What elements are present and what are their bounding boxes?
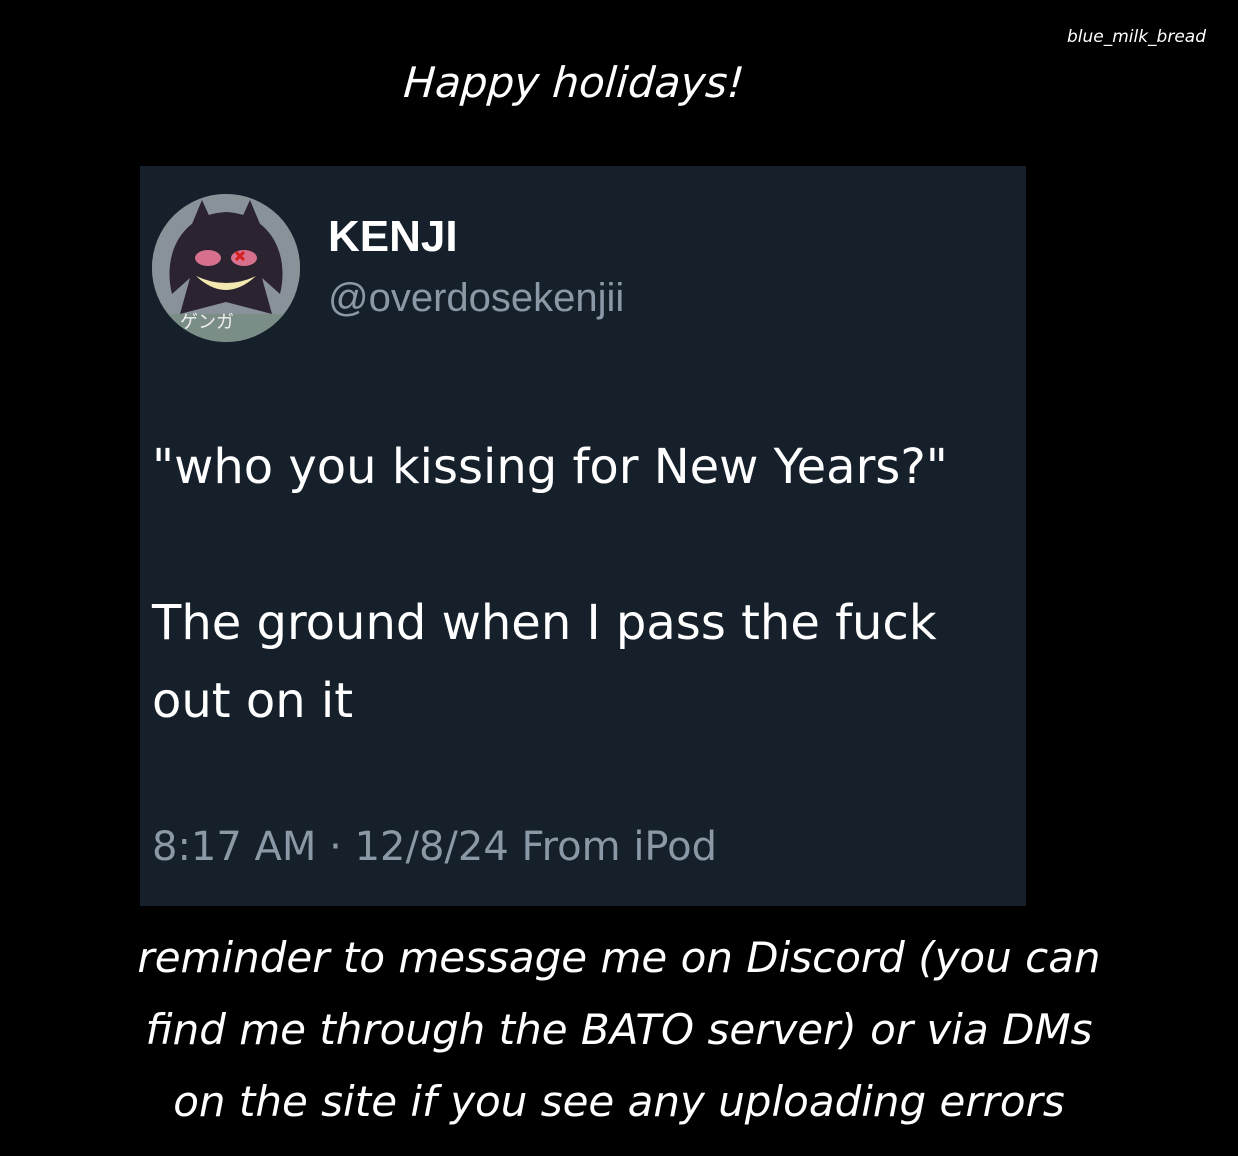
tweet-source: From iPod (521, 824, 718, 870)
watermark: blue_milk_bread (1066, 27, 1206, 47)
tweet-meta: 8:17 AM · 12/8/24 From iPod (152, 824, 717, 870)
user-handle[interactable]: @overdosekenjii (328, 276, 624, 321)
tweet-line-4: out on it (152, 673, 354, 729)
display-name[interactable]: KENJI (328, 212, 458, 262)
tweet-date[interactable]: 12/8/24 (355, 824, 509, 870)
tweet-time[interactable]: 8:17 AM (152, 824, 316, 870)
avatar-caption: ゲンガ (180, 312, 234, 333)
tweet-line-3: The ground when I pass the fuck (152, 595, 937, 651)
avatar[interactable]: ゲンガ (152, 194, 300, 342)
footer-line-3: on the site if you see any uploading err… (173, 1077, 1065, 1126)
footer-line-2: find me through the BATO server) or via … (145, 1005, 1093, 1054)
tweet-card: ゲンガ KENJI @overdosekenjii "who you kissi… (140, 166, 1026, 906)
footer-line-1: reminder to message me on Discord (you c… (137, 933, 1101, 982)
gengar-avatar-icon: ゲンガ (152, 194, 300, 342)
footer-reminder: reminder to message me on Discord (you c… (0, 922, 1238, 1138)
tweet-line-1: "who you kissing for New Years?" (152, 439, 948, 495)
meta-separator: · (329, 824, 342, 870)
header-greeting: Happy holidays! (402, 58, 746, 107)
tweet-text: "who you kissing for New Years?" The gro… (152, 428, 1012, 740)
tweet-line-2 (152, 506, 1012, 584)
